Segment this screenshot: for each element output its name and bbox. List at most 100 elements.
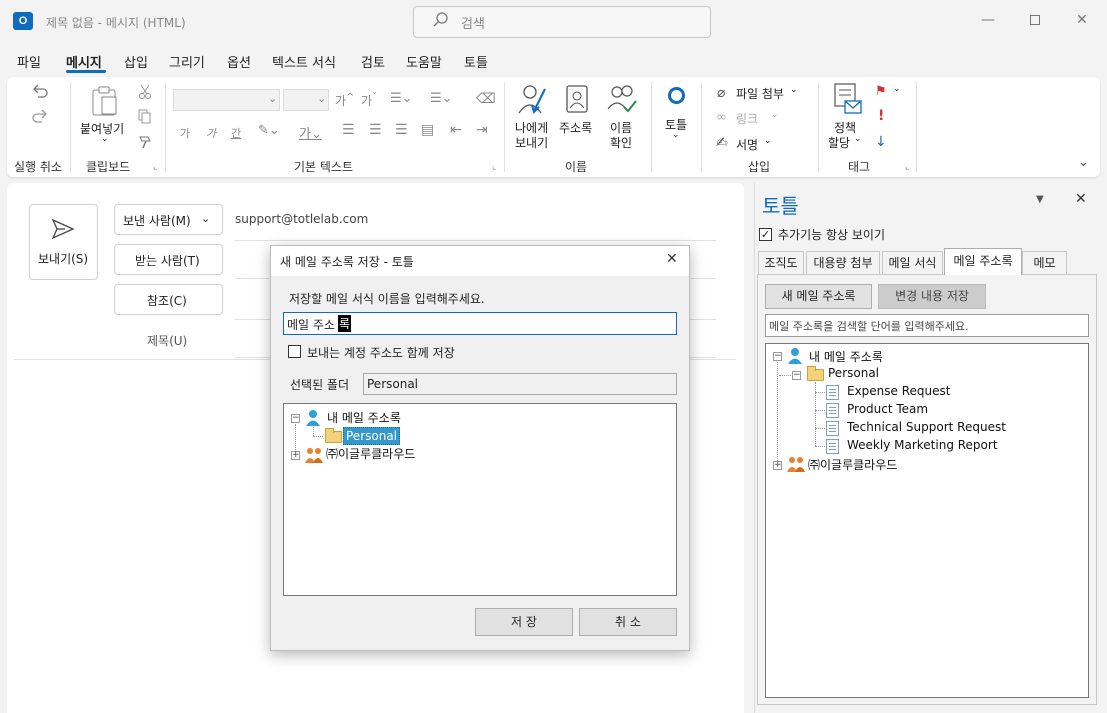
expand-icon[interactable]: + xyxy=(773,461,782,470)
tree-item[interactable]: Expense Request xyxy=(847,384,950,398)
totle-icon[interactable] xyxy=(668,87,685,104)
attach-file-dropdown-icon[interactable]: ⌄ xyxy=(790,85,798,95)
flag-dropdown-icon[interactable]: ⌄ xyxy=(893,84,901,94)
minimize-icon[interactable]: — xyxy=(980,12,996,28)
tab-mail-address-book[interactable]: 메일 주소록 xyxy=(944,248,1022,275)
increase-indent-icon[interactable]: ⇥ xyxy=(476,122,488,138)
font-name-dropdown-icon[interactable]: ⌄ xyxy=(268,92,277,105)
address-book-icon[interactable] xyxy=(565,85,589,115)
basic-text-launcher-icon[interactable]: ⌞ xyxy=(492,162,496,172)
dialog-tree-org-label[interactable]: ㈜이글루클라우드 xyxy=(326,445,415,462)
tree-org-label[interactable]: ㈜이글루클라우드 xyxy=(808,456,897,473)
align-right-icon[interactable]: ☰ xyxy=(395,122,408,138)
link-label[interactable]: 링크 xyxy=(736,110,758,127)
high-importance-icon[interactable]: ! xyxy=(878,108,884,124)
bold-icon[interactable]: 가 xyxy=(180,125,190,141)
tree-root-label[interactable]: 내 메일 주소록 xyxy=(809,348,883,365)
justify-icon[interactable]: ▤ xyxy=(421,122,434,138)
menu-totle[interactable]: 토틀 xyxy=(464,52,488,71)
menu-draw[interactable]: 그리기 xyxy=(169,52,205,71)
save-changes-button[interactable]: 변경 내용 저장 xyxy=(878,284,986,309)
send-to-me-label-2[interactable]: 보내기 xyxy=(515,134,548,151)
maximize-icon[interactable] xyxy=(1027,12,1043,28)
attach-file-label[interactable]: 파일 첨부 xyxy=(736,85,784,102)
collapse-icon[interactable]: − xyxy=(291,414,300,423)
policy-icon[interactable] xyxy=(833,83,863,117)
font-name-select[interactable] xyxy=(173,89,280,111)
signature-label[interactable]: 서명 xyxy=(736,136,758,153)
panel-close-icon[interactable]: ✕ xyxy=(1075,191,1087,207)
redo-icon[interactable] xyxy=(30,108,50,126)
signature-dropdown-icon[interactable]: ⌄ xyxy=(764,136,772,146)
numbering-icon[interactable]: ☰⌄ xyxy=(430,91,453,106)
clipboard-launcher-icon[interactable]: ⌞ xyxy=(153,162,157,172)
send-to-me-icon[interactable] xyxy=(517,83,549,117)
undo-icon[interactable] xyxy=(30,83,50,101)
address-book-label[interactable]: 주소록 xyxy=(559,119,592,136)
menu-help[interactable]: 도움말 xyxy=(406,52,442,71)
collapse-icon[interactable]: − xyxy=(773,352,782,361)
dialog-tree-folder-selected[interactable]: Personal xyxy=(343,427,401,445)
menu-options[interactable]: 옵션 xyxy=(227,52,251,71)
decrease-indent-icon[interactable]: ⇤ xyxy=(450,122,462,138)
tree-item[interactable]: Weekly Marketing Report xyxy=(847,438,998,452)
format-painter-icon[interactable] xyxy=(138,133,154,149)
save-sender-checkbox[interactable] xyxy=(288,345,301,358)
highlight-icon[interactable]: ✎⌄ xyxy=(258,123,280,138)
tab-mail-template[interactable]: 메일 서식 xyxy=(882,251,943,274)
panel-menu-dropdown-icon[interactable]: ▼ xyxy=(1036,194,1044,205)
align-left-icon[interactable]: ☰ xyxy=(342,122,355,138)
policy-dropdown-icon[interactable]: ⌄ xyxy=(854,134,862,144)
cut-icon[interactable] xyxy=(138,84,152,100)
tab-memo[interactable]: 메모 xyxy=(1022,251,1067,274)
tree-folder-label[interactable]: Personal xyxy=(828,366,879,380)
dialog-tree-root-label[interactable]: 내 메일 주소록 xyxy=(327,409,401,426)
menu-file[interactable]: 파일 xyxy=(17,52,41,71)
dialog-save-button[interactable]: 저 장 xyxy=(475,608,573,636)
link-icon[interactable]: ∞ xyxy=(716,110,727,125)
underline-icon[interactable]: 간 xyxy=(231,125,241,141)
collapse-icon[interactable]: − xyxy=(792,371,801,380)
bullets-icon[interactable]: ☰⌄ xyxy=(390,91,413,106)
new-address-book-button[interactable]: 새 메일 주소록 xyxy=(765,284,872,309)
menu-insert[interactable]: 삽입 xyxy=(124,52,148,71)
clear-formatting-icon[interactable]: ⌫ xyxy=(476,91,496,107)
grow-font-icon[interactable]: 가^ xyxy=(335,92,354,109)
expand-icon[interactable]: + xyxy=(291,451,300,460)
check-names-icon[interactable] xyxy=(606,83,638,115)
align-center-icon[interactable]: ☰ xyxy=(369,122,382,138)
totle-dropdown-icon[interactable]: ⌄ xyxy=(672,130,680,140)
tab-org-chart[interactable]: 조직도 xyxy=(758,251,804,274)
send-button[interactable] xyxy=(29,204,98,280)
collapse-ribbon-icon[interactable]: ⌄ xyxy=(1078,155,1089,170)
shrink-font-icon[interactable]: 가ˇ xyxy=(361,92,377,109)
follow-up-flag-icon[interactable]: ⚑ xyxy=(875,84,887,99)
search-input[interactable] xyxy=(413,6,711,38)
dialog-close-icon[interactable]: ✕ xyxy=(666,251,678,267)
tree-item[interactable]: Technical Support Request xyxy=(847,420,1006,434)
tree-item[interactable]: Product Team xyxy=(847,402,928,416)
selected-folder-label: 선택된 폴더 xyxy=(290,378,350,392)
attach-file-icon[interactable]: ⌀ xyxy=(717,85,725,101)
check-names-label-2[interactable]: 확인 xyxy=(610,134,632,151)
menu-review[interactable]: 검토 xyxy=(361,52,385,71)
template-name-input[interactable]: 메일 주소 록 xyxy=(283,312,677,335)
font-size-dropdown-icon[interactable]: ⌄ xyxy=(317,92,326,105)
tab-large-attachment[interactable]: 대용량 첨부 xyxy=(806,251,880,274)
font-color-icon[interactable]: 가⌄ xyxy=(299,123,322,142)
paste-icon[interactable] xyxy=(90,85,120,117)
signature-icon[interactable]: ✍ xyxy=(716,135,728,151)
low-importance-icon[interactable]: ↓ xyxy=(875,134,887,150)
copy-icon[interactable] xyxy=(138,109,152,125)
menu-format-text[interactable]: 텍스트 서식 xyxy=(272,52,336,71)
tree-line xyxy=(779,375,793,376)
menu-message[interactable]: 메시지 xyxy=(66,52,102,71)
link-dropdown-icon[interactable]: ⌄ xyxy=(771,110,779,120)
policy-label-2[interactable]: 할당 xyxy=(828,134,850,151)
italic-icon[interactable]: 가 xyxy=(206,125,216,141)
paste-dropdown-icon[interactable]: ⌄ xyxy=(101,134,109,144)
tags-launcher-icon[interactable]: ⌞ xyxy=(905,162,909,172)
dialog-cancel-button[interactable]: 취 소 xyxy=(579,608,677,636)
always-show-checkbox[interactable]: ✓ xyxy=(759,228,772,241)
close-window-icon[interactable]: ✕ xyxy=(1074,12,1090,28)
